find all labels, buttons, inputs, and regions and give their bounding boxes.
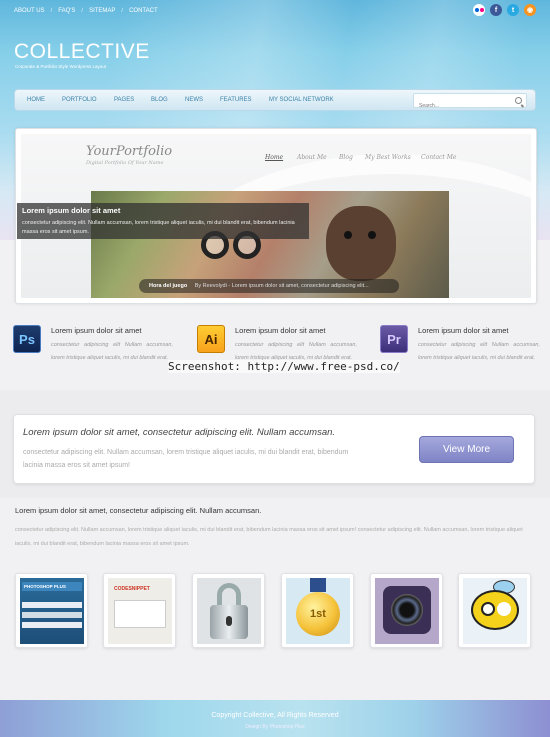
callout-text: consectetur adipiscing elit. Nullam accu… <box>23 449 349 469</box>
hero-caption-by: By Reevolydi <box>194 283 227 289</box>
view-more-button[interactable]: View More <box>419 436 514 463</box>
nav-pages[interactable]: PAGES <box>114 97 134 103</box>
thumbnail-image: CODESNIPPET <box>108 578 172 644</box>
thumbnail-image: PHOTOSHOP PLUS <box>20 578 84 644</box>
thumbnail-photoshop-plus[interactable]: PHOTOSHOP PLUS <box>15 573 88 648</box>
callout-box: Lorem ipsum dolor sit amet, consectetur … <box>13 414 535 484</box>
main-nav: HOME PORTFOLIO PAGES BLOG NEWS FEATURES … <box>14 89 536 113</box>
separator: / <box>50 8 53 14</box>
slide-caption: Lorem ipsum dolor sit amet consectetur a… <box>17 203 309 239</box>
footer-credit[interactable]: Design By Photoshop Plus <box>0 724 550 730</box>
hero-caption-text: Lorem ipsum dolor sit amet, consectetur … <box>231 283 369 289</box>
separator: / <box>121 8 124 14</box>
feature-text: consectetur adipiscing elit Nullam accum… <box>418 342 540 361</box>
portfolio-nav-blog[interactable]: Blog <box>339 154 353 161</box>
search-icon[interactable] <box>515 97 522 104</box>
feature-title[interactable]: Lorem ipsum dolor sit amet <box>235 326 325 335</box>
slide-caption-title: Lorem ipsum dolor sit amet <box>22 206 121 215</box>
section-text: consectetur adipiscing elit. Nullam accu… <box>15 527 523 547</box>
medal-icon: 1st <box>286 578 350 644</box>
illustrator-icon: Ai <box>197 325 225 353</box>
top-nav-contact[interactable]: CONTACT <box>129 8 158 14</box>
top-nav: ABOUT US / FAQ'S / SITEMAP / CONTACT <box>14 8 164 14</box>
nav-blog[interactable]: BLOG <box>151 97 168 103</box>
thumbnail-label: CODESNIPPET <box>114 586 150 592</box>
feature-title[interactable]: Lorem ipsum dolor sit amet <box>418 326 508 335</box>
nav-features[interactable]: FEATURES <box>220 97 252 103</box>
hero-caption-title: Hora del juego <box>149 283 188 289</box>
bee-icon <box>463 578 527 644</box>
top-nav-about[interactable]: ABOUT US <box>14 8 45 14</box>
portfolio-nav-works[interactable]: My Best Works <box>365 154 411 161</box>
separator: / <box>81 8 84 14</box>
section-title: Lorem ipsum dolor sit amet, consectetur … <box>15 506 262 515</box>
nav-portfolio[interactable]: PORTFOLIO <box>62 97 97 103</box>
portfolio-nav-contact[interactable]: Contact Me <box>421 154 456 161</box>
photoshop-icon: Ps <box>13 325 41 353</box>
footer-copyright: Copyright Collective, All Rights Reserve… <box>211 712 339 719</box>
thumbnail-label: PHOTOSHOP PLUS <box>22 582 82 591</box>
thumbnail-bee[interactable] <box>458 573 531 648</box>
portfolio-nav-home[interactable]: Home <box>265 154 283 161</box>
padlock-icon <box>197 578 261 644</box>
hero-caption: Hora del juego By Reevolydi - Lorem ipsu… <box>139 279 399 293</box>
watermark: Screenshot: http://www.free-psd.co/ <box>168 360 400 373</box>
dog-graphic <box>326 206 396 281</box>
site-logo[interactable]: COLLECTIVE <box>14 40 150 64</box>
facebook-icon[interactable]: f <box>490 4 502 16</box>
premiere-icon: Pr <box>380 325 408 353</box>
portfolio-nav-about[interactable]: About Me <box>297 154 327 161</box>
callout-title: Lorem ipsum dolor sit amet, consectetur … <box>23 427 336 438</box>
site-tagline: Corporate & Portfolio Style Wordpress La… <box>15 64 106 69</box>
nav-home[interactable]: HOME <box>27 97 45 103</box>
feature-text: consectetur adipiscing elit Nullam accum… <box>51 342 173 361</box>
top-nav-sitemap[interactable]: SITEMAP <box>89 8 115 14</box>
medal-label: 1st <box>296 592 340 636</box>
twitter-icon[interactable]: t <box>507 4 519 16</box>
portfolio-subtitle: Digital Portfolio Of Your Name <box>86 160 164 166</box>
search-input[interactable] <box>414 99 504 113</box>
footer: Copyright Collective, All Rights Reserve… <box>0 700 550 737</box>
social-links: f t ◉ <box>468 4 536 16</box>
top-nav-faqs[interactable]: FAQ'S <box>58 8 75 14</box>
nav-news[interactable]: NEWS <box>185 97 203 103</box>
thumbnail-padlock[interactable] <box>192 573 265 648</box>
flickr-icon[interactable] <box>473 4 485 16</box>
rss-icon[interactable]: ◉ <box>524 4 536 16</box>
feature-title[interactable]: Lorem ipsum dolor sit amet <box>51 326 141 335</box>
camera-icon <box>375 578 439 644</box>
thumbnail-medal[interactable]: 1st <box>281 573 354 648</box>
portfolio-logo[interactable]: YourPortfolio <box>86 144 172 159</box>
slide-caption-text: consectetur adipiscing elit. Nullam accu… <box>22 220 295 235</box>
nav-social-network[interactable]: MY SOCIAL NETWORK <box>269 97 334 103</box>
thumbnail-codesnippet[interactable]: CODESNIPPET <box>103 573 176 648</box>
thumbnail-camera[interactable] <box>370 573 443 648</box>
search-box <box>413 93 527 113</box>
